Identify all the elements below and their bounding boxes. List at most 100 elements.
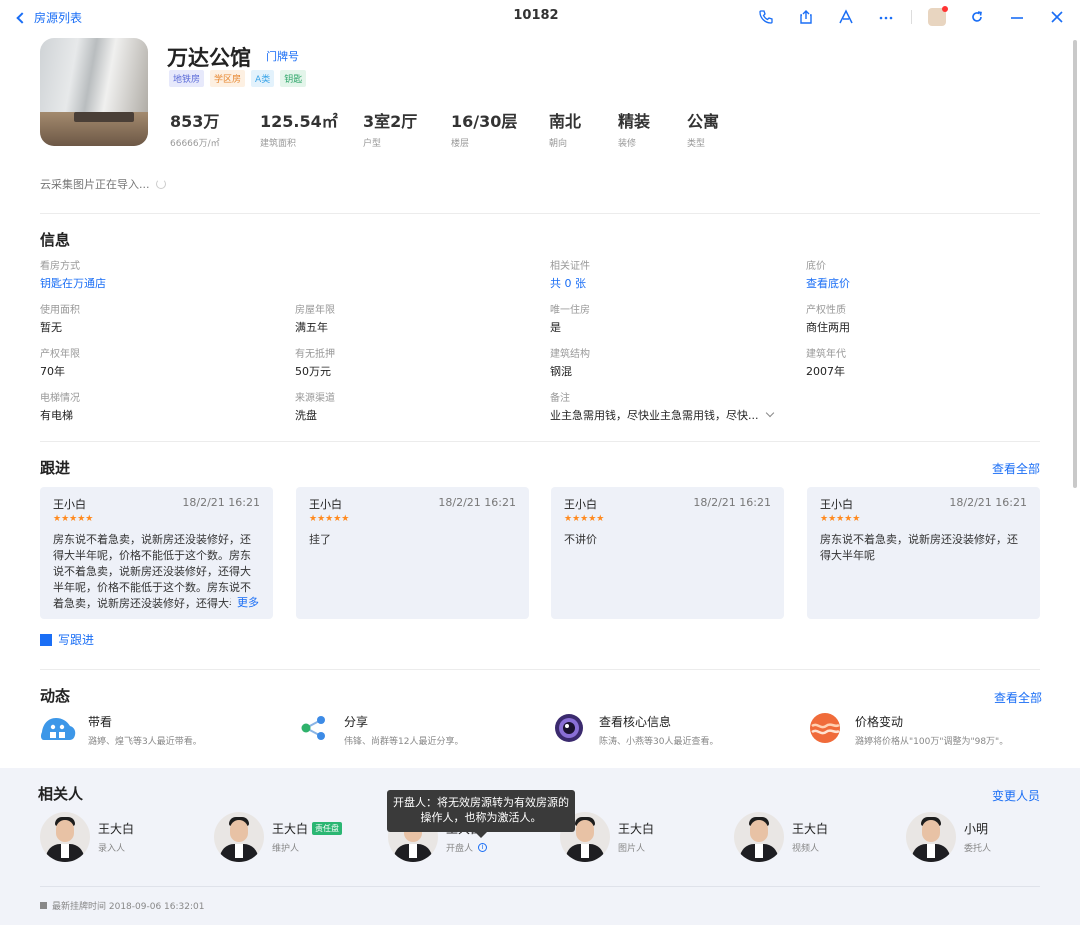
property-tag: A类	[251, 70, 275, 87]
minimize-icon[interactable]	[1008, 8, 1026, 26]
activity-item[interactable]: 查看核心信息 陈涛、小燕等30人最近查看。	[551, 712, 718, 747]
stat-label: 朝向	[549, 139, 568, 149]
stat-value: 3室2厅	[363, 112, 418, 131]
person-name: 王大白	[792, 820, 828, 837]
followup-card[interactable]: 王小白 18/2/21 16:21 ★★★★★ 房东说不着急卖，说新房还没装修好，还得…	[807, 487, 1040, 619]
user-avatar[interactable]	[928, 6, 948, 26]
info-value: 2007年	[806, 365, 845, 378]
info-section-title: 信息	[40, 231, 71, 249]
info-value: 70年	[40, 365, 65, 378]
scrollbar[interactable]	[1073, 40, 1077, 488]
person-name-text: 小明	[964, 822, 989, 836]
activity-desc: 伟锋、尚群等12人最近分享。	[344, 737, 464, 747]
avatar-shirt	[235, 844, 243, 858]
avatar	[214, 812, 264, 862]
more-icon[interactable]	[877, 8, 895, 26]
activity-item[interactable]: 带看 潞婷、煌飞等3人最近带看。	[40, 712, 202, 747]
doorplate-link[interactable]: 门牌号	[266, 48, 299, 64]
refresh-icon[interactable]	[968, 8, 986, 26]
write-followup-button[interactable]: 写跟进	[40, 631, 94, 648]
stat-value: 南北	[549, 112, 582, 131]
info-label: 看房方式	[40, 261, 80, 272]
related-person[interactable]: 王大白 录入人	[40, 812, 134, 862]
followup-card[interactable]: 王小白 18/2/21 16:21 ★★★★★ 房东说不着急卖，说新房还没装修好，还得…	[40, 487, 273, 619]
followup-card[interactable]: 王小白 18/2/21 16:21 ★★★★★ 挂了	[296, 487, 529, 619]
info-label: 使用面积	[40, 305, 80, 316]
person-role-text: 开盘人	[446, 844, 474, 854]
title-bar: 房源列表 10182	[0, 0, 1080, 34]
stat-item: 公寓 类型	[687, 108, 747, 149]
card-author: 王小白	[309, 498, 342, 511]
property-stats: 853万 66666万/㎡ 125.54㎡ 建筑面积 3室2厅 户型 16/30层 楼层 南北朝…	[170, 108, 747, 149]
a-icon[interactable]	[837, 8, 855, 26]
property-tags: 地铁房 学区房 A类 钥匙	[169, 70, 312, 87]
card-time: 18/2/21 16:21	[438, 496, 516, 509]
person-role-text: 维护人	[272, 844, 300, 854]
followup-view-all-link[interactable]: 查看全部	[992, 460, 1040, 477]
person-info: 小明 委托人	[964, 820, 991, 854]
stat-label: 户型	[363, 139, 382, 149]
info-label: 相关证件	[550, 261, 590, 272]
info-circle-icon[interactable]: i	[478, 843, 488, 852]
change-people-link[interactable]: 变更人员	[992, 787, 1040, 804]
person-role: 图片人	[618, 841, 654, 854]
activity-desc: 潞婷将价格从"100万"调整为"98万"。	[855, 737, 1009, 747]
person-name: 王大白	[98, 820, 134, 837]
info-label: 建筑结构	[550, 349, 590, 360]
info-field[interactable]: 看房方式钥匙在万通店	[40, 257, 106, 291]
info-label: 电梯情况	[40, 393, 80, 404]
related-person[interactable]: 王大白 责任盘 维护人	[214, 812, 343, 862]
info-value[interactable]: 查看底价	[806, 275, 850, 291]
close-icon[interactable]	[1048, 8, 1066, 26]
person-role: 开盘人 i	[446, 841, 488, 854]
info-value: 洗盘	[295, 409, 317, 422]
related-person[interactable]: 王大白 视频人	[734, 812, 828, 862]
person-info: 王大白 录入人	[98, 820, 134, 854]
phone-icon[interactable]	[757, 8, 775, 26]
followup-card[interactable]: 王小白 18/2/21 16:21 ★★★★★ 不讲价	[551, 487, 784, 619]
activity-item[interactable]: 价格变动 潞婷将价格从"100万"调整为"98万"。	[807, 712, 1008, 747]
info-label: 房屋年限	[295, 305, 335, 316]
stat-value: 853万	[170, 112, 220, 131]
info-value: 50万元	[295, 365, 331, 378]
stat-value: 公寓	[687, 112, 720, 131]
stat-label: 66666万/㎡	[170, 139, 220, 149]
activity-desc: 陈涛、小燕等30人最近查看。	[599, 737, 719, 747]
card-text: 不讲价	[564, 533, 597, 546]
rating-stars-icon: ★★★★★	[309, 514, 350, 524]
info-field: 使用面积 暂无	[40, 301, 80, 335]
info-field[interactable]: 底价 查看底价	[806, 257, 850, 291]
person-info: 王大白 图片人	[618, 820, 654, 854]
card-time: 18/2/21 16:21	[182, 496, 260, 509]
activity-title: 带看	[88, 715, 113, 729]
avatar-face	[922, 820, 940, 842]
info-value[interactable]: 钥匙在万通店	[40, 275, 106, 291]
card-header: 王小白 18/2/21 16:21	[309, 496, 516, 512]
info-field: 房屋年限 满五年	[295, 301, 335, 335]
info-value[interactable]: 共 0 张	[550, 275, 590, 291]
card-more-link[interactable]: 更多	[231, 594, 259, 610]
info-label: 备注	[550, 393, 570, 404]
activity-view-all-link[interactable]: 查看全部	[994, 689, 1042, 706]
activity-text: 带看 潞婷、煌飞等3人最近带看。	[88, 712, 202, 747]
rating-stars-icon: ★★★★★	[820, 514, 861, 524]
share-nodes-icon	[296, 712, 332, 744]
info-value: 是	[550, 321, 561, 334]
share-icon[interactable]	[797, 8, 815, 26]
info-field: 备注 业主急需用钱，尽快业主急需用钱，尽快...	[550, 389, 774, 423]
chevron-down-icon[interactable]	[765, 408, 774, 418]
role-tooltip: 开盘人：将无效房源转为有效房源的操作人，也称为激活人。	[387, 790, 575, 838]
square-icon	[40, 902, 47, 909]
eye-core-icon	[551, 712, 587, 744]
activity-text: 查看核心信息 陈涛、小燕等30人最近查看。	[599, 712, 718, 747]
related-person[interactable]: 小明 委托人	[906, 812, 991, 862]
activity-item[interactable]: 分享 伟锋、尚群等12人最近分享。	[296, 712, 463, 747]
person-name-text: 王大白	[618, 822, 655, 836]
info-field: 有无抵押 50万元	[295, 345, 335, 379]
stat-value: 16/30层	[451, 112, 518, 131]
toolbar-icons	[735, 6, 1066, 26]
stat-label: 建筑面积	[260, 139, 297, 149]
property-photo[interactable]	[40, 38, 148, 146]
info-value: 商住两用	[806, 321, 850, 334]
info-field[interactable]: 相关证件共 0 张	[550, 257, 590, 291]
